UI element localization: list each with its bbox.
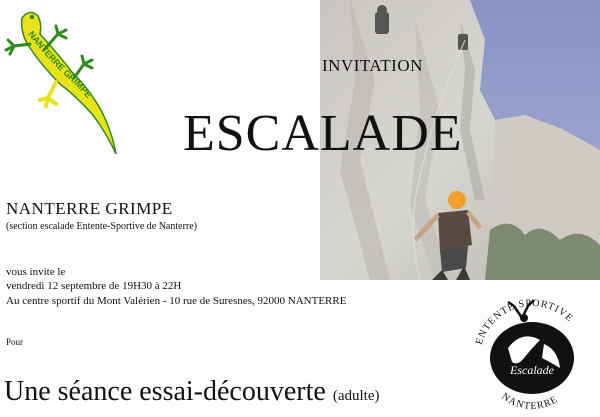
gecko-logo: NANTERRE GRIMPE <box>0 4 122 155</box>
badge-middle-text: Escalade <box>509 363 555 377</box>
invitation-label: INVITATION <box>322 56 423 75</box>
invite-text: vous invite le <box>6 266 66 278</box>
session-title: Une séance essai-découverte (adulte) <box>4 378 379 406</box>
club-section: (section escalade Entente-Sportive de Na… <box>6 221 198 232</box>
badge-bottom-text: NANTERRE <box>499 391 560 412</box>
event-date: vendredi 12 septembre de 19H30 à 22H <box>6 280 182 292</box>
page-title: ESCALADE <box>183 105 463 162</box>
event-address: Au centre sportif du Mont Valérien - 10 … <box>6 295 347 307</box>
club-name: NANTERRE GRIMPE <box>6 199 173 218</box>
session-title-small: (adulte) <box>332 388 380 404</box>
session-title-main: Une séance essai-découverte <box>4 376 326 407</box>
pour-label: Pour <box>6 337 24 347</box>
entente-sportive-logo: ENTENTE SPORTIVE Escalade NANTERRE <box>462 288 600 412</box>
